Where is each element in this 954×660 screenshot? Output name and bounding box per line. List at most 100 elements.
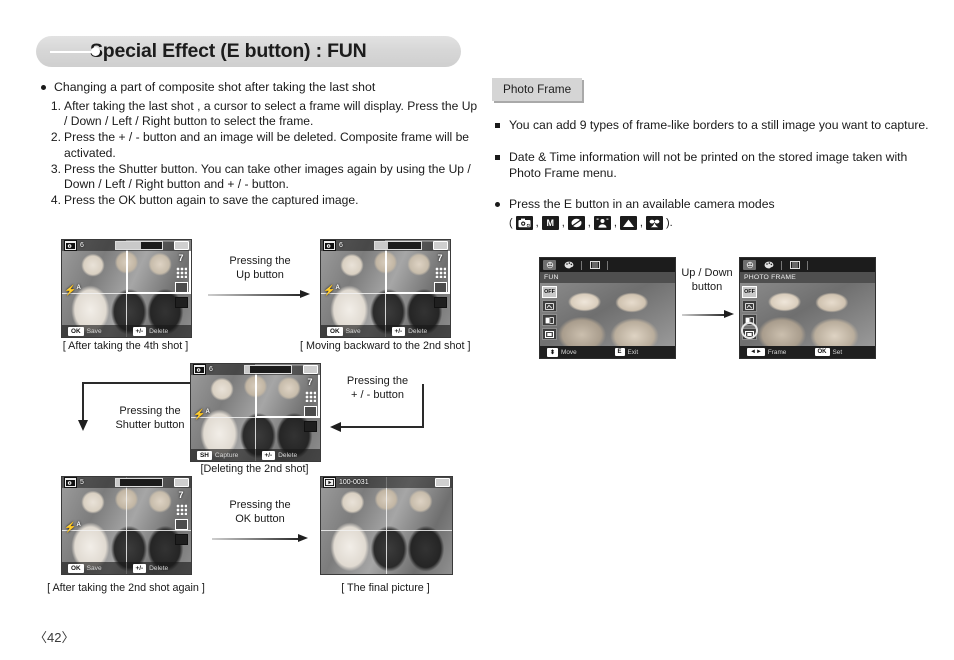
arrow-label-up-button: Pressing the Up button — [229, 255, 291, 281]
list-item: 1. After taking the last shot , a cursor… — [38, 99, 478, 129]
mode-sep-5: , — [639, 216, 643, 229]
photo-frame-tag: Photo Frame — [492, 78, 583, 101]
quality-icon — [304, 391, 316, 402]
lcd-after-4th-shot: 6 7 ⚡A OK Save +/- Delete — [61, 239, 192, 338]
delete-label: Delete — [278, 451, 298, 459]
night-mode-icon — [567, 215, 585, 230]
step-list: 1. After taking the last shot , a cursor… — [38, 99, 478, 208]
delete-action: +/- Delete — [386, 326, 451, 336]
lcd-deleting-2nd-shot: 6 7 ⚡A SH Capture +/- Delete — [190, 363, 321, 462]
e-key: E — [614, 348, 625, 356]
menu-option-list: OFF — [542, 286, 557, 340]
ok-key: OK — [68, 326, 84, 336]
tab-frame-icon[interactable] — [588, 260, 601, 270]
save-label: Save — [86, 327, 102, 335]
landscape-mode-icon — [619, 215, 637, 230]
arrow-label-ok-button: Pressing the OK button — [229, 499, 291, 525]
arrow-ok-button — [212, 534, 308, 543]
lcd-status-bar: 100-0031 — [321, 477, 452, 488]
battery-icon — [433, 241, 448, 250]
menu-item-off[interactable]: OFF — [742, 286, 757, 298]
frame-action: ◄► Frame — [740, 348, 808, 356]
arrow-label-updown-button: Up / Down button — [681, 267, 733, 293]
menu-title-photo-frame: PHOTO FRAME — [740, 272, 875, 283]
tab-palette-icon[interactable] — [762, 260, 775, 270]
battery-icon — [174, 478, 189, 487]
shot-count: 5 — [80, 479, 84, 486]
lcd-status-bar: 6 — [191, 364, 320, 375]
tab-palette-icon[interactable] — [562, 260, 575, 270]
frame-icon — [303, 421, 317, 432]
flash-icon: ⚡A — [64, 521, 81, 533]
caption-final-picture: [ The final picture ] — [341, 582, 430, 594]
menu-item-composite[interactable] — [542, 314, 557, 326]
lcd-right-icons: 7 — [302, 378, 318, 432]
file-number: 100-0031 — [339, 479, 369, 486]
lcd-moving-backward: 6 7 ⚡A OK Save +/- Delete — [320, 239, 451, 338]
tab-divider — [581, 260, 582, 270]
resolution-label: 7 — [437, 253, 443, 263]
page-number: 〈42〉 — [34, 630, 75, 645]
battery-icon — [435, 478, 450, 487]
modes-intro: Press the E button in an available camer… — [492, 197, 937, 212]
delete-action: +/- Delete — [127, 326, 192, 336]
resolution-label: 7 — [307, 377, 313, 387]
caption-after-2nd-shot-again: [ After taking the 2nd shot again ] — [47, 582, 205, 594]
list-item: 2. Press the + / - button and an image w… — [38, 130, 478, 160]
quality-icon — [175, 504, 187, 515]
right-column: Photo Frame You can add 9 types of frame… — [492, 78, 937, 230]
macro-mode-icon — [645, 215, 663, 230]
menu-item-highlight[interactable] — [542, 300, 557, 312]
flash-icon: ⚡A — [323, 284, 340, 296]
mode-sep-2: , — [561, 216, 565, 229]
move-action: ⬍ Move — [540, 347, 608, 357]
step-text: Press the + / - button and an image will… — [64, 130, 470, 160]
shutter-key: SH — [197, 450, 212, 460]
lcd-status-bar: 6 — [321, 240, 450, 251]
lcd-bottom-bar: OK Save +/- Delete — [62, 325, 191, 337]
caption-deleting-2nd-shot: [Deleting the 2nd shot] — [200, 463, 309, 475]
flash-icon: ⚡A — [64, 284, 81, 296]
plusminus-key: +/- — [391, 326, 406, 336]
menu-title-fun: FUN — [540, 272, 675, 283]
menu-item-photo-frame[interactable] — [542, 328, 557, 340]
save-action: OK Save — [321, 326, 386, 336]
frame-icon — [433, 297, 447, 308]
portrait-mode-icon — [593, 215, 611, 230]
paren-open: ( — [509, 216, 513, 229]
quality-icon — [434, 267, 446, 278]
quad-divider-vertical — [386, 477, 387, 574]
tab-divider-2 — [607, 260, 608, 270]
step-number: 3. — [50, 161, 61, 176]
banner-line — [50, 51, 94, 53]
progress-indicator — [114, 478, 163, 487]
save-label: Save — [86, 564, 102, 572]
save-action: OK Save — [62, 563, 127, 573]
lcd-status-bar: 6 — [62, 240, 191, 251]
arrow-label-plusminus-button: Pressing the + / - button — [346, 375, 409, 401]
step-text: After taking the last shot , a cursor to… — [64, 99, 478, 129]
mode-sep-3: , — [587, 216, 591, 229]
lcd-bottom-bar: OK Save +/- Delete — [62, 562, 191, 574]
move-label: Move — [561, 348, 577, 356]
tab-fun-icon[interactable] — [543, 260, 556, 270]
progress-indicator — [243, 365, 292, 374]
menu-item-off[interactable]: OFF — [542, 286, 557, 298]
quad-divider-horizontal — [321, 530, 452, 531]
arrow-up-button — [208, 290, 310, 299]
save-label: Save — [345, 327, 361, 335]
progress-indicator — [373, 241, 422, 250]
menu-tab-bar — [540, 258, 675, 272]
lcd-status-bar: 5 — [62, 477, 191, 488]
delete-label: Delete — [149, 564, 169, 572]
lcd-right-icons: 7 — [173, 491, 189, 545]
shot-count: 6 — [80, 242, 84, 249]
left-intro: Changing a part of composite shot after … — [38, 80, 478, 95]
tab-fun-icon[interactable] — [743, 260, 756, 270]
menu-item-highlight[interactable] — [742, 300, 757, 312]
leftright-key: ◄► — [747, 348, 765, 356]
manual-mode-icon: M — [541, 215, 559, 230]
metering-icon — [174, 282, 188, 293]
mode-sep-4: , — [613, 216, 617, 229]
tab-frame-icon[interactable] — [788, 260, 801, 270]
